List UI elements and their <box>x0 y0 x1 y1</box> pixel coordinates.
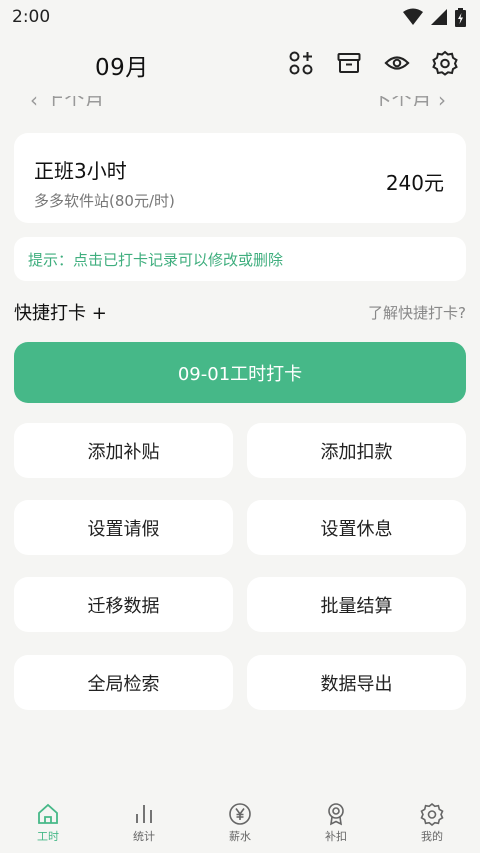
set-rest-label: 设置休息 <box>320 518 393 540</box>
nav-item-mine[interactable]: 我的 <box>397 795 467 844</box>
award-icon <box>328 803 344 826</box>
export-data-button[interactable]: 数据导出 <box>247 655 466 710</box>
signal-icon <box>431 9 447 25</box>
archive-icon[interactable] <box>336 50 362 76</box>
batch-settle-button[interactable]: 批量结算 <box>247 577 466 632</box>
set-rest-button[interactable]: 设置休息 <box>247 500 466 555</box>
add-allowance-label: 添加补贴 <box>87 441 160 463</box>
record-subtitle: 多多软件站(80元/时) <box>34 192 175 210</box>
record-amount: 240元 <box>385 171 444 195</box>
eye-icon[interactable] <box>384 50 410 76</box>
nav-item-salary[interactable]: 薪水 <box>205 795 275 844</box>
migrate-data-label: 迁移数据 <box>87 595 160 617</box>
home-icon <box>38 803 58 824</box>
next-month-link[interactable]: 下个月 › <box>372 96 446 106</box>
export-data-label: 数据导出 <box>320 673 393 695</box>
status-time: 2:00 <box>12 7 51 27</box>
quick-punch-add[interactable]: 快捷打卡 + <box>14 299 107 325</box>
gear-icon <box>420 802 444 826</box>
battery-icon <box>455 7 466 27</box>
nav-label: 我的 <box>421 830 443 843</box>
bottom-nav: 工时 统计 薪水 补扣 我的 <box>0 795 480 853</box>
add-allowance-button[interactable]: 添加补贴 <box>14 423 233 478</box>
quick-punch-row: 快捷打卡 + 了解快捷打卡? <box>14 298 466 326</box>
add-deduction-label: 添加扣款 <box>320 441 393 463</box>
nav-label: 工时 <box>37 830 59 843</box>
global-search-button[interactable]: 全局检索 <box>14 655 233 710</box>
yen-coin-icon <box>229 803 251 825</box>
record-title: 正班3小时 <box>34 159 127 183</box>
punch-button-label: 09-01工时打卡 <box>177 363 303 385</box>
set-leave-button[interactable]: 设置请假 <box>14 500 233 555</box>
apps-add-icon[interactable] <box>288 50 314 76</box>
nav-item-worktime[interactable]: 工时 <box>13 795 83 844</box>
app-actions <box>288 50 458 76</box>
global-search-label: 全局检索 <box>87 673 160 695</box>
add-deduction-button[interactable]: 添加扣款 <box>247 423 466 478</box>
month-title[interactable]: 09月 <box>95 48 149 82</box>
wifi-icon <box>403 8 423 25</box>
month-switch-row: ‹ 上个月 下个月 › <box>14 96 466 106</box>
tip-banner: 提示：点击已打卡记录可以修改或删除 <box>14 237 466 281</box>
nav-label: 统计 <box>133 830 155 843</box>
batch-settle-label: 批量结算 <box>320 595 393 617</box>
app-bar: 09月 <box>0 34 480 96</box>
punch-button[interactable]: 09-01工时打卡 <box>14 342 466 403</box>
nav-label: 补扣 <box>325 830 347 843</box>
tip-text: 提示：点击已打卡记录可以修改或删除 <box>28 250 284 269</box>
status-bar: 2:00 <box>0 0 480 34</box>
settings-icon[interactable] <box>432 50 458 76</box>
set-leave-label: 设置请假 <box>87 518 160 540</box>
migrate-data-button[interactable]: 迁移数据 <box>14 577 233 632</box>
status-icons <box>403 7 466 27</box>
nav-label: 薪水 <box>229 830 251 843</box>
nav-item-stats[interactable]: 统计 <box>109 795 179 844</box>
work-record-card[interactable]: 正班3小时 多多软件站(80元/时) 240元 <box>14 133 466 223</box>
nav-item-adjust[interactable]: 补扣 <box>301 795 371 844</box>
bar-chart-icon <box>136 805 152 823</box>
quick-punch-help-link[interactable]: 了解快捷打卡? <box>368 302 466 323</box>
prev-month-link[interactable]: ‹ 上个月 <box>30 96 104 106</box>
